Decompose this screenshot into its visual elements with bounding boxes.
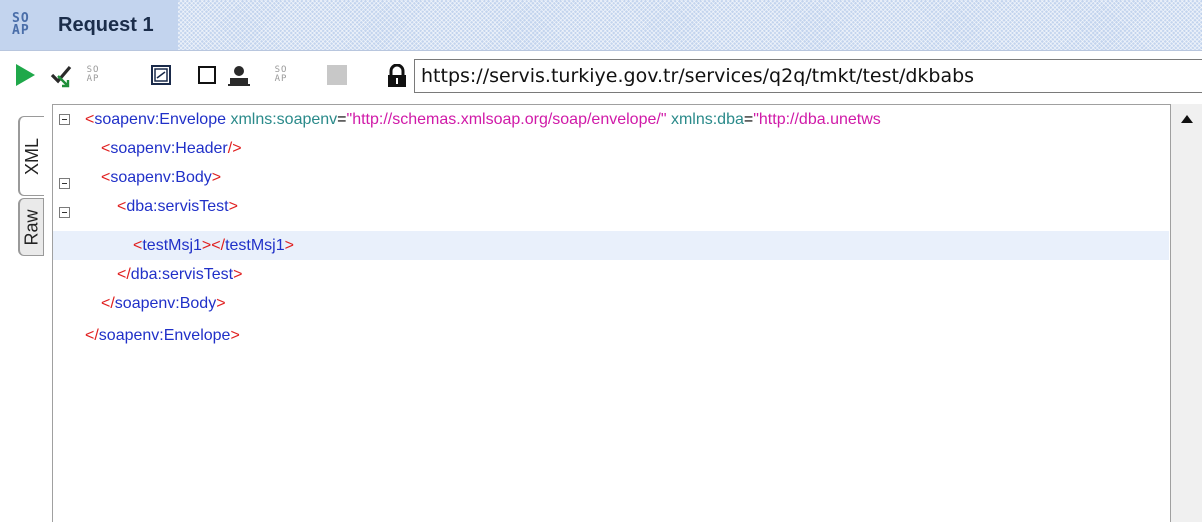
endpoint-url-input[interactable]: https://servis.turkiye.gov.tr/services/q… <box>414 59 1202 93</box>
code-line: </soapenv:Envelope> <box>53 321 1169 350</box>
xml-attribute: xmlns:dba <box>670 111 744 128</box>
xml-bracket: < <box>85 111 95 128</box>
xml-bracket: > <box>233 266 243 283</box>
xml-bracket: > <box>230 327 240 344</box>
xml-tag: soapenv:Header <box>110 140 228 157</box>
xml-tag: soapenv:Envelope <box>98 327 231 344</box>
tab-raw[interactable]: Raw <box>18 198 44 256</box>
xml-bracket: < <box>101 140 111 157</box>
soap-small-icon[interactable]: SO AP <box>80 62 106 88</box>
stop-icon[interactable] <box>324 62 350 88</box>
xml-bracket: > <box>228 198 238 215</box>
editor-vertical-scrollbar[interactable] <box>1170 104 1202 522</box>
tab-xml[interactable]: XML <box>18 116 44 196</box>
soap-small-icon[interactable]: SO AP <box>268 62 294 88</box>
xml-bracket: < <box>101 169 111 186</box>
xml-bracket: < <box>133 237 143 254</box>
xml-tag: dba:servisTest <box>126 198 229 215</box>
xml-attribute: xmlns:soapenv <box>230 111 338 128</box>
xml-tag: soapenv:Body <box>110 169 212 186</box>
code-line: </soapenv:Body> <box>53 289 1169 318</box>
code-line-highlighted: <testMsj1></testMsj1> <box>53 231 1169 260</box>
window-icon[interactable] <box>148 62 174 88</box>
xml-attribute-value: "http://dba.unetws <box>753 111 881 128</box>
request-title: Request 1 <box>58 14 154 36</box>
code-line: <soapenv:Body> <box>53 163 1169 192</box>
soap-logo-bottom: AP <box>12 23 30 38</box>
xml-tag: testMsj1 <box>225 237 285 254</box>
tab-raw-label: Raw <box>21 208 42 246</box>
editor-side-tabs: XML Raw <box>0 104 50 522</box>
xml-tag: soapenv:Body <box>114 295 217 312</box>
checkbox-icon[interactable] <box>194 62 220 88</box>
tab-xml-label: XML <box>21 137 42 175</box>
code-line: </dba:servisTest> <box>53 260 1169 289</box>
xml-bracket: </ <box>101 295 115 312</box>
request-title-bar: SO AP Request 1 <box>0 0 1202 51</box>
code-line: <soapenv:Header/> <box>53 134 1169 163</box>
code-line: <soapenv:Envelope xmlns:soapenv="http://… <box>85 111 881 128</box>
xml-editor[interactable]: <soapenv:Envelope xmlns:soapenv="http://… <box>52 104 1202 522</box>
request-toolbar: SO AP SO AP https://servis.turkiye.gov.tr/… <box>0 51 1202 101</box>
check-arrow-icon[interactable] <box>50 62 76 88</box>
xml-bracket: /> <box>227 140 242 157</box>
xml-bracket: > <box>216 295 226 312</box>
code-line: <dba:servisTest> <box>53 192 1169 221</box>
xml-tag: soapenv:Envelope <box>94 111 226 128</box>
scroll-up-arrow-icon[interactable] <box>1171 104 1202 134</box>
xml-bracket: </ <box>117 266 131 283</box>
soap-logo-icon: SO AP <box>12 12 46 39</box>
xml-bracket: ></ <box>201 237 226 254</box>
xml-bracket: > <box>211 169 222 186</box>
xml-bracket: < <box>117 198 127 215</box>
play-icon[interactable] <box>12 62 38 88</box>
user-icon[interactable] <box>226 62 252 88</box>
xml-bracket: </ <box>85 327 99 344</box>
xml-tag: testMsj1 <box>142 237 202 254</box>
lock-icon <box>386 63 410 90</box>
xml-attribute-value: "http://schemas.xmlsoap.org/soap/envelop… <box>346 111 667 128</box>
xml-tag: dba:servisTest <box>130 266 234 283</box>
xml-bracket: > <box>284 237 294 254</box>
